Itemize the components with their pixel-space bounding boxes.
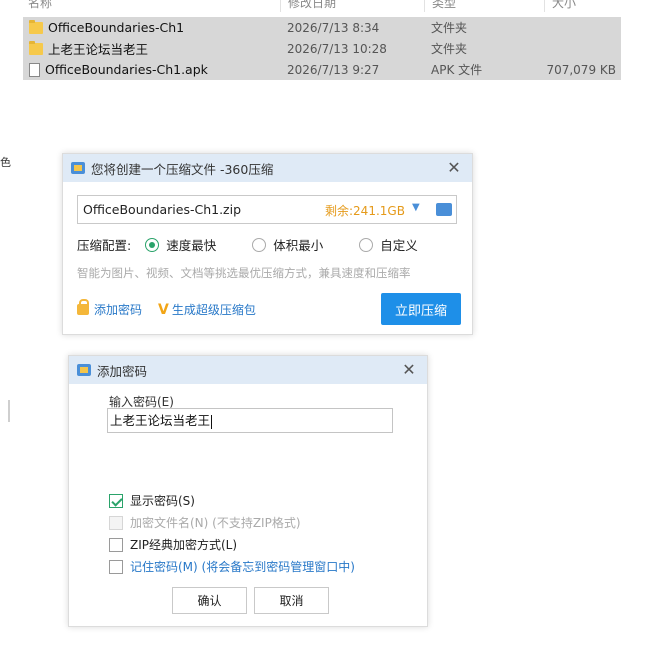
column-date[interactable]: 修改日期 xyxy=(288,0,336,11)
password-dialog: 添加密码 ✕ 输入密码(E) 上老王论坛当老王 显示密码(S) 加密文件名(N)… xyxy=(68,355,428,627)
column-separator[interactable] xyxy=(280,0,281,12)
archive-filename-field[interactable]: OfficeBoundaries-Ch1.zip 剩余:241.1GB ▼ xyxy=(77,195,457,224)
file-row[interactable]: 上老王论坛当老王 2026/7/13 10:28 文件夹 xyxy=(23,38,621,59)
checkbox-box xyxy=(109,493,123,508)
file-icon xyxy=(29,62,40,77)
dialog-title: 添加密码 xyxy=(97,363,148,379)
file-name: OfficeBoundaries-Ch1 xyxy=(48,20,185,35)
file-date: 2026/7/13 8:34 xyxy=(287,20,380,35)
folder-icon xyxy=(29,40,43,55)
checkbox-box xyxy=(109,559,123,574)
file-row[interactable]: OfficeBoundaries-Ch1.apk 2026/7/13 9:27 … xyxy=(23,59,621,80)
folder-icon xyxy=(29,19,43,34)
radio-dot xyxy=(252,237,267,252)
compress-dialog: 您将创建一个压缩文件 -360压缩 ✕ OfficeBoundaries-Ch1… xyxy=(62,153,473,335)
option-links: 添加密码 V 生成超级压缩包 xyxy=(77,299,256,318)
sidebar-scroll-mark xyxy=(8,400,10,422)
compress-hint: 智能为图片、视频、文档等挑选最优压缩方式，兼具速度和压缩率 xyxy=(77,266,411,280)
file-type: APK 文件 xyxy=(431,63,483,77)
password-input[interactable]: 上老王论坛当老王 xyxy=(107,408,393,433)
dialog-title: 您将创建一个压缩文件 -360压缩 xyxy=(91,161,274,177)
config-label: 压缩配置: xyxy=(77,238,132,253)
folder-browse-icon[interactable] xyxy=(436,203,452,216)
radio-fastest[interactable]: 速度最快 xyxy=(145,235,216,254)
cancel-button[interactable]: 取消 xyxy=(254,587,329,614)
radio-dot xyxy=(359,237,374,252)
show-password-checkbox[interactable]: 显示密码(S) xyxy=(109,492,195,509)
sidebar-fragment-text: 色 xyxy=(0,156,11,169)
file-date: 2026/7/13 9:27 xyxy=(287,62,380,77)
archive-app-icon xyxy=(71,162,85,174)
radio-custom[interactable]: 自定义 xyxy=(359,235,418,254)
file-row[interactable]: OfficeBoundaries-Ch1 2026/7/13 8:34 文件夹 xyxy=(23,17,621,38)
column-type[interactable]: 类型 xyxy=(432,0,456,11)
compress-config-row: 压缩配置: 速度最快 体积最小 自定义 xyxy=(77,235,454,254)
checkbox-box xyxy=(109,515,123,530)
super-package-link[interactable]: 生成超级压缩包 xyxy=(172,301,256,318)
column-separator[interactable] xyxy=(544,0,545,12)
radio-smallest[interactable]: 体积最小 xyxy=(252,235,323,254)
dialog-title-bar[interactable]: 您将创建一个压缩文件 -360压缩 ✕ xyxy=(63,154,472,182)
archive-filename: OfficeBoundaries-Ch1.zip xyxy=(83,202,242,217)
column-name[interactable]: 名称 xyxy=(28,0,52,11)
column-header: 名称 修改日期 类型 大小 xyxy=(22,0,622,12)
archive-app-icon xyxy=(77,364,91,376)
file-date: 2026/7/13 10:28 xyxy=(287,41,387,56)
compress-now-button[interactable]: 立即压缩 xyxy=(381,293,461,325)
dialog-title-bar[interactable]: 添加密码 ✕ xyxy=(69,356,427,384)
v-badge-icon: V xyxy=(158,301,169,318)
column-separator[interactable] xyxy=(424,0,425,12)
close-icon[interactable]: ✕ xyxy=(444,158,464,178)
chevron-down-icon[interactable]: ▼ xyxy=(412,202,420,213)
zip-classic-encryption-checkbox[interactable]: ZIP经典加密方式(L) xyxy=(109,536,237,553)
file-type: 文件夹 xyxy=(431,21,468,35)
file-size: 707,079 KB xyxy=(546,62,616,77)
ok-button[interactable]: 确认 xyxy=(172,587,247,614)
text-caret xyxy=(211,414,213,429)
remaining-space: 剩余:241.1GB xyxy=(325,204,405,218)
file-name: OfficeBoundaries-Ch1.apk xyxy=(45,62,208,77)
radio-dot xyxy=(145,237,160,252)
column-size[interactable]: 大小 xyxy=(552,0,576,11)
lock-icon xyxy=(77,299,89,315)
password-value: 上老王论坛当老王 xyxy=(110,413,211,428)
remember-password-checkbox[interactable]: 记住密码(M) (将会备忘到密码管理窗口中) xyxy=(109,558,355,575)
encrypt-filename-checkbox: 加密文件名(N) (不支持ZIP格式) xyxy=(109,514,301,531)
file-type: 文件夹 xyxy=(431,42,468,56)
file-name: 上老王论坛当老王 xyxy=(48,42,149,57)
checkbox-box xyxy=(109,537,123,552)
close-icon[interactable]: ✕ xyxy=(399,360,419,380)
add-password-link[interactable]: 添加密码 xyxy=(94,301,142,318)
